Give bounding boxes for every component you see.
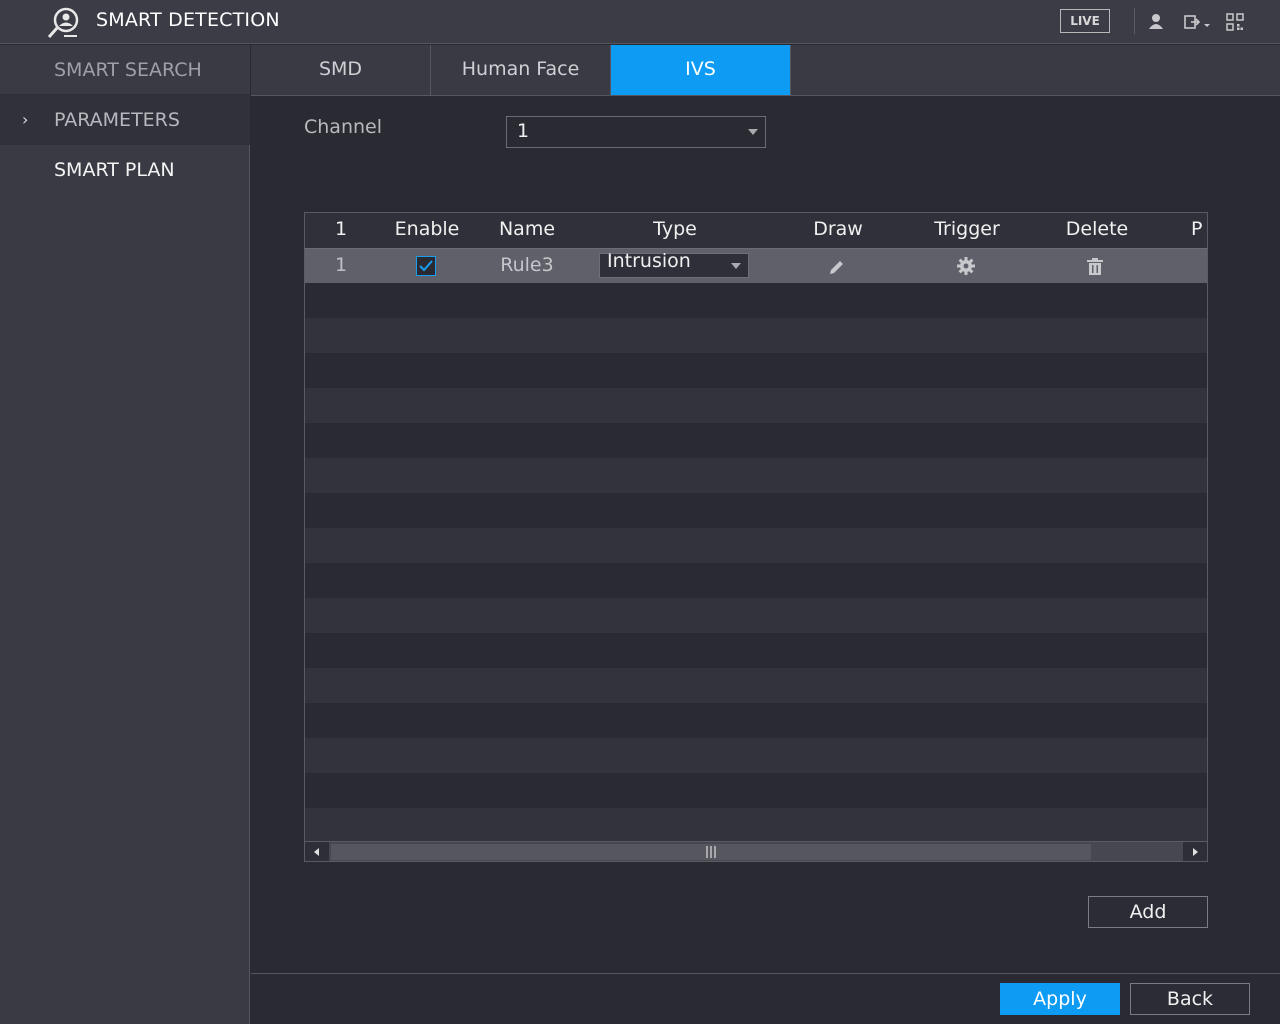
add-button[interactable]: Add [1088, 896, 1208, 928]
scrollbar-thumb[interactable] [331, 844, 1091, 860]
empty-row [305, 318, 1207, 353]
channel-value: 1 [517, 120, 530, 142]
column-header-truncated: P [1191, 218, 1203, 240]
tab-smd[interactable]: SMD [251, 45, 431, 95]
empty-row [305, 633, 1207, 668]
apply-button[interactable]: Apply [1000, 983, 1120, 1015]
arrow-left-icon [314, 848, 319, 856]
column-header-name: Name [498, 218, 556, 240]
grip-icon [706, 846, 716, 858]
check-icon [419, 260, 433, 272]
sidebar-item-smart-search[interactable]: SMART SEARCH [0, 45, 250, 95]
empty-row [305, 703, 1207, 738]
table-header: 1 Enable Name Type Draw Trigger Delete P [305, 213, 1207, 249]
sidebar-item-label: PARAMETERS [54, 109, 180, 131]
trash-icon[interactable] [1086, 257, 1104, 277]
logout-icon[interactable] [1183, 12, 1213, 32]
sidebar-item-label: SMART SEARCH [54, 59, 202, 81]
enable-checkbox[interactable] [416, 256, 436, 276]
qr-code-icon[interactable] [1225, 12, 1245, 32]
empty-row [305, 423, 1207, 458]
rules-table: 1 Enable Name Type Draw Trigger Delete P… [304, 212, 1208, 862]
live-button[interactable]: LIVE [1060, 9, 1110, 33]
empty-row [305, 353, 1207, 388]
sidebar-item-parameters[interactable]: › PARAMETERS [0, 95, 250, 145]
rule-type-value: Intrusion [607, 250, 691, 272]
empty-row [305, 598, 1207, 633]
channel-select[interactable]: 1 [506, 116, 766, 148]
horizontal-scrollbar[interactable] [305, 841, 1207, 861]
rule-name: Rule3 [500, 254, 554, 276]
tab-ivs[interactable]: IVS [611, 45, 791, 95]
column-header-index: 1 [334, 218, 348, 240]
sidebar-item-smart-plan[interactable]: SMART PLAN [0, 145, 250, 195]
empty-row [305, 563, 1207, 598]
chevron-right-icon: › [22, 110, 29, 129]
divider [1134, 8, 1135, 34]
column-header-trigger: Trigger [934, 218, 1000, 240]
app-title: SMART DETECTION [96, 9, 280, 31]
arrow-right-icon [1193, 848, 1198, 856]
scroll-left-button[interactable] [305, 842, 329, 861]
divider [251, 973, 1280, 974]
empty-row [305, 388, 1207, 423]
app-logo-icon [47, 7, 79, 38]
empty-row [305, 808, 1207, 843]
tab-human-face[interactable]: Human Face [431, 45, 611, 95]
pencil-icon[interactable] [827, 257, 847, 277]
user-icon[interactable] [1146, 12, 1166, 32]
column-header-type: Type [653, 218, 697, 240]
top-bar: SMART DETECTION LIVE [0, 0, 1280, 44]
sidebar: SMART SEARCH › PARAMETERS SMART PLAN [0, 45, 250, 1024]
empty-row [305, 773, 1207, 808]
rule-type-select[interactable]: Intrusion [599, 250, 749, 278]
empty-row [305, 668, 1207, 703]
chevron-down-icon [748, 129, 758, 135]
empty-row [305, 528, 1207, 563]
sidebar-item-label: SMART PLAN [54, 159, 175, 181]
column-header-enable: Enable [394, 218, 460, 240]
tab-bar: SMD Human Face IVS [251, 45, 1280, 96]
empty-row [305, 458, 1207, 493]
empty-row [305, 493, 1207, 528]
empty-row [305, 738, 1207, 773]
chevron-down-icon [731, 263, 741, 269]
empty-row [305, 283, 1207, 318]
row-index: 1 [334, 254, 348, 276]
column-header-delete: Delete [1065, 218, 1129, 240]
channel-label: Channel [304, 116, 383, 138]
table-row[interactable]: 1 Rule3 Intrusion [305, 249, 1207, 283]
column-header-draw: Draw [813, 218, 863, 240]
gear-icon[interactable] [956, 256, 976, 276]
back-button[interactable]: Back [1130, 983, 1250, 1015]
scroll-right-button[interactable] [1183, 842, 1207, 861]
